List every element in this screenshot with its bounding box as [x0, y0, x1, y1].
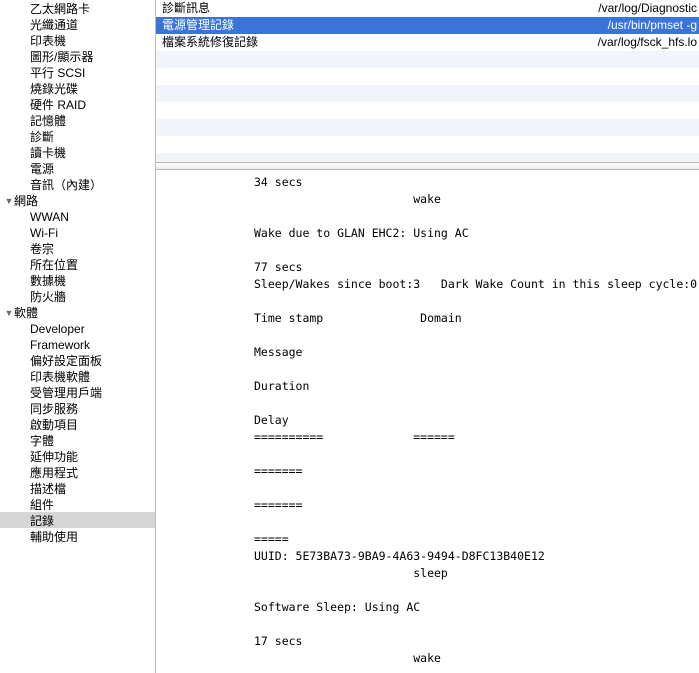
log-name-cell: 電源管理記錄	[156, 17, 586, 34]
sidebar-item[interactable]: 硬件 RAID	[0, 96, 155, 112]
table-row[interactable]	[156, 136, 699, 153]
sidebar-item[interactable]: 平行 SCSI	[0, 64, 155, 80]
sidebar-category-software[interactable]: ▼軟體	[0, 304, 155, 320]
sidebar-item[interactable]: 受管理用戶端	[0, 384, 155, 400]
disclosure-triangle-icon[interactable]: ▼	[4, 305, 14, 321]
sidebar-category-network[interactable]: ▼網路	[0, 192, 155, 208]
sidebar: 乙太網路卡 光纖通道 印表機 圖形/顯示器 平行 SCSI 燒錄光碟 硬件 RA…	[0, 0, 156, 673]
table-row[interactable]: 檔案系統修復記錄 /var/log/fsck_hfs.lo	[156, 34, 699, 51]
disclosure-triangle-icon[interactable]: ▼	[4, 193, 14, 209]
sidebar-item[interactable]: 圖形/顯示器	[0, 48, 155, 64]
sidebar-item[interactable]: 數據機	[0, 272, 155, 288]
sidebar-item[interactable]: 啟動項目	[0, 416, 155, 432]
sidebar-item[interactable]: 光纖通道	[0, 16, 155, 32]
sidebar-item[interactable]: 偏好設定面板	[0, 352, 155, 368]
table-row[interactable]	[156, 51, 699, 68]
sidebar-item[interactable]: 印表機軟體	[0, 368, 155, 384]
sidebar-item[interactable]: 音訊（內建）	[0, 176, 155, 192]
log-path-cell: /var/log/Diagnostic	[586, 0, 699, 17]
log-table: 診斷訊息 /var/log/Diagnostic 電源管理記錄 /usr/bin…	[156, 0, 699, 162]
log-path-cell: /usr/bin/pmset -g	[586, 17, 699, 34]
sidebar-item[interactable]: Framework	[0, 336, 155, 352]
log-path-cell: /var/log/fsck_hfs.lo	[586, 34, 699, 51]
sidebar-item[interactable]: 字體	[0, 432, 155, 448]
log-detail-pane: 34 secs wake Wake due to GLAN EHC2: Usin…	[156, 170, 699, 673]
sidebar-item[interactable]: 診斷	[0, 128, 155, 144]
log-name-cell: 診斷訊息	[156, 0, 586, 17]
table-row[interactable]	[156, 153, 699, 162]
table-row[interactable]	[156, 119, 699, 136]
sidebar-item[interactable]: 組件	[0, 496, 155, 512]
sidebar-item[interactable]: 記憶體	[0, 112, 155, 128]
sidebar-item-logs[interactable]: 記錄	[0, 512, 155, 528]
sidebar-item[interactable]: 乙太網路卡	[0, 0, 155, 16]
sidebar-item[interactable]: 輔助使用	[0, 528, 155, 544]
sidebar-item[interactable]: Developer	[0, 320, 155, 336]
sidebar-item[interactable]: WWAN	[0, 208, 155, 224]
sidebar-item[interactable]: 防火牆	[0, 288, 155, 304]
sidebar-item[interactable]: 所在位置	[0, 256, 155, 272]
sidebar-item[interactable]: 讀卡機	[0, 144, 155, 160]
sidebar-item[interactable]: Wi-Fi	[0, 224, 155, 240]
sidebar-item[interactable]: 描述檔	[0, 480, 155, 496]
table-row[interactable]	[156, 85, 699, 102]
sidebar-item[interactable]: 卷宗	[0, 240, 155, 256]
sidebar-item[interactable]: 印表機	[0, 32, 155, 48]
sidebar-item[interactable]: 應用程式	[0, 464, 155, 480]
log-name-cell: 檔案系統修復記錄	[156, 34, 586, 51]
table-row[interactable]	[156, 102, 699, 119]
table-row[interactable]	[156, 68, 699, 85]
sidebar-item[interactable]: 燒錄光碟	[0, 80, 155, 96]
horizontal-splitter[interactable]	[156, 162, 699, 170]
table-row-selected[interactable]: 電源管理記錄 /usr/bin/pmset -g	[156, 17, 699, 34]
table-row[interactable]: 診斷訊息 /var/log/Diagnostic	[156, 0, 699, 17]
sidebar-item[interactable]: 電源	[0, 160, 155, 176]
sidebar-item[interactable]: 延伸功能	[0, 448, 155, 464]
sidebar-item[interactable]: 同步服務	[0, 400, 155, 416]
